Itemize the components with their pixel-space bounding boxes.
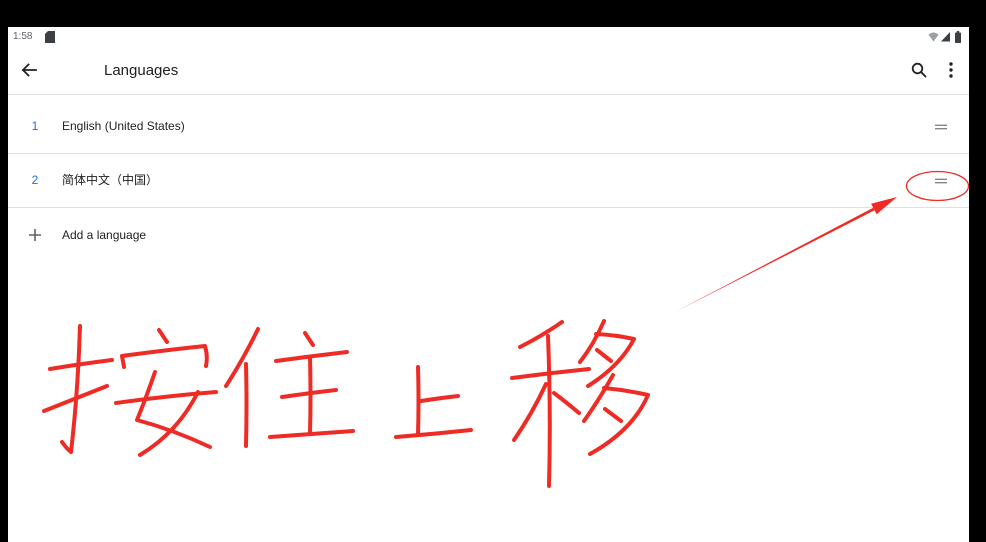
language-name: 简体中文（中国） — [62, 173, 159, 187]
language-index: 1 — [31, 119, 39, 133]
page-title: Languages — [104, 62, 179, 79]
status-time: 1:58 — [13, 31, 33, 42]
cell-signal-icon — [941, 32, 950, 42]
battery-icon — [955, 31, 961, 43]
wifi-icon — [928, 32, 939, 42]
language-row[interactable]: 1 English (United States) — [8, 100, 969, 154]
arrow-back-icon — [21, 63, 37, 77]
drag-handle-icon[interactable] — [934, 175, 948, 187]
status-bar: 1:58 — [8, 27, 969, 47]
language-index: 2 — [31, 173, 39, 187]
search-icon — [911, 62, 927, 78]
more-vert-icon — [949, 62, 953, 78]
language-row[interactable]: 2 简体中文（中国） — [8, 154, 969, 208]
search-button[interactable] — [905, 56, 933, 84]
add-language-label: Add a language — [62, 228, 147, 242]
more-options-button[interactable] — [937, 56, 965, 84]
add-language-button[interactable]: Add a language — [8, 208, 969, 262]
add-icon — [28, 228, 42, 242]
drag-handle-icon[interactable] — [934, 121, 948, 133]
sd-card-icon — [45, 31, 55, 43]
language-name: English (United States) — [62, 119, 185, 133]
languages-settings-screen: 1:58 Languages 1 English (United States)… — [8, 27, 969, 542]
back-button[interactable] — [15, 56, 43, 84]
app-bar: Languages — [8, 47, 969, 95]
